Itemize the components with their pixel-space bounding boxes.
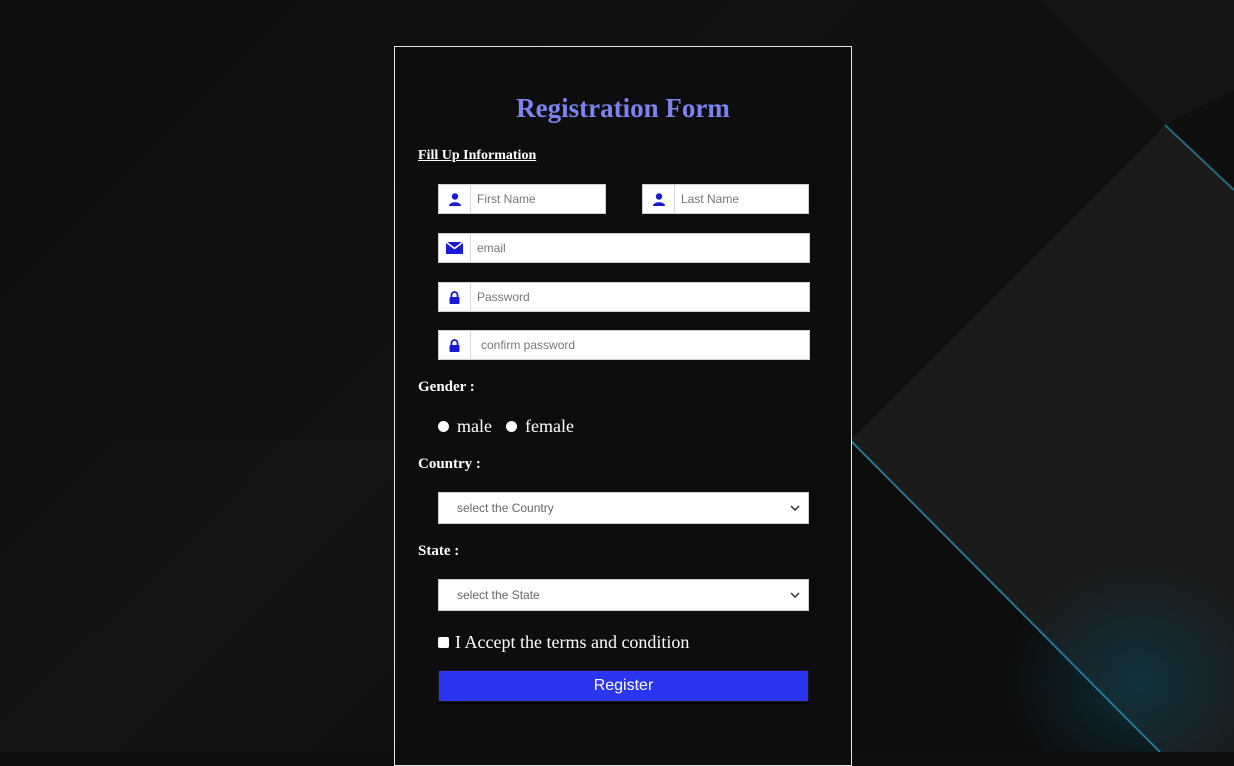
form-title: Registration Form	[516, 93, 730, 123]
state-label: State :	[418, 543, 460, 559]
password-input[interactable]	[471, 284, 809, 310]
last-name-input[interactable]	[675, 186, 842, 212]
first-name-field[interactable]	[438, 184, 638, 214]
gender-label: Gender :	[418, 379, 475, 395]
email-field[interactable]	[438, 233, 810, 263]
first-name-input[interactable]	[471, 186, 638, 212]
chevron-down-icon	[790, 502, 800, 514]
terms-label: I Accept the terms and condition	[455, 632, 690, 652]
registration-panel: Registration Form Fill Up Information Fi…	[394, 46, 852, 766]
country-select[interactable]: select the Country	[438, 492, 809, 524]
envelope-icon	[439, 234, 471, 262]
state-select-value: select the State	[457, 588, 540, 602]
terms-row[interactable]: I Accept the terms and condition	[438, 632, 689, 653]
gender-options: male female	[438, 416, 588, 437]
email-input[interactable]	[471, 235, 809, 261]
last-name-field[interactable]	[642, 184, 842, 214]
gender-option-label: male	[457, 416, 492, 436]
chevron-down-icon	[790, 589, 800, 601]
form-subtitle: Fill Up Information	[418, 148, 537, 163]
password-field[interactable]	[438, 282, 810, 312]
radio-male[interactable]	[438, 421, 449, 432]
register-button[interactable]: Register	[438, 670, 809, 702]
lock-icon	[439, 331, 471, 359]
gender-option-label: female	[524, 416, 574, 436]
user-icon	[439, 185, 471, 213]
confirm-password-field[interactable]	[438, 330, 810, 360]
terms-checkbox[interactable]	[438, 637, 449, 648]
user-icon	[643, 185, 675, 213]
state-select[interactable]: select the State	[438, 579, 809, 611]
lock-icon	[439, 283, 471, 311]
country-label: Country :	[418, 456, 481, 472]
gender-option-female[interactable]: female	[505, 416, 574, 437]
confirm-password-input[interactable]	[471, 332, 809, 358]
radio-female[interactable]	[505, 421, 517, 432]
gender-option-male[interactable]: male	[438, 416, 492, 437]
country-select-value: select the Country	[457, 501, 554, 515]
